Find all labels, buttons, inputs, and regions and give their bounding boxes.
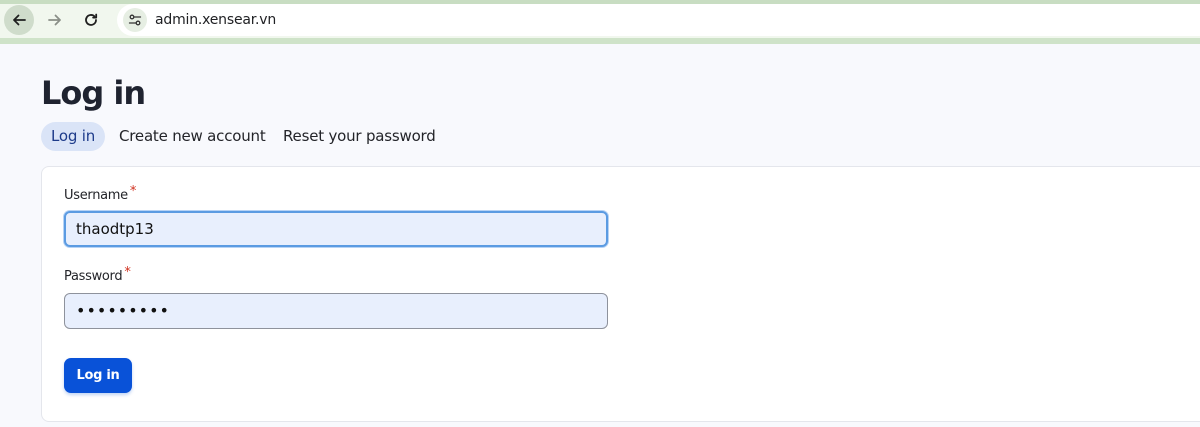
toolbar-bottom-strip	[0, 38, 1200, 44]
tab-reset-password[interactable]: Reset your password	[283, 122, 436, 151]
tab-log-in[interactable]: Log in	[41, 122, 105, 151]
password-input[interactable]: •••••••••	[64, 293, 608, 329]
password-label-text: Password	[64, 269, 123, 284]
reload-icon	[85, 13, 98, 26]
login-form-card: Username * thaodtp13 Password * ••••••••• …	[41, 166, 1200, 422]
forward-button[interactable]	[40, 5, 70, 35]
required-mark: *	[124, 265, 131, 280]
back-button[interactable]	[4, 5, 34, 35]
username-label-text: Username	[64, 188, 128, 203]
site-info-button[interactable]	[123, 8, 147, 32]
required-mark: *	[129, 184, 137, 199]
page-title: Log in	[41, 74, 146, 112]
browser-toolbar: admin.xensear.vn	[0, 0, 1200, 44]
address-bar[interactable]: admin.xensear.vn	[117, 4, 1200, 36]
reload-button[interactable]	[76, 5, 106, 35]
tab-create-new-account[interactable]: Create new account	[119, 122, 266, 151]
password-label: Password *	[64, 265, 131, 284]
arrow-left-icon	[13, 14, 26, 26]
tune-icon	[128, 14, 142, 26]
username-label: Username *	[64, 184, 136, 203]
username-input[interactable]: thaodtp13	[64, 211, 608, 247]
url-text[interactable]: admin.xensear.vn	[155, 12, 276, 28]
log-in-button[interactable]: Log in	[64, 358, 132, 393]
arrow-right-icon	[48, 14, 61, 26]
